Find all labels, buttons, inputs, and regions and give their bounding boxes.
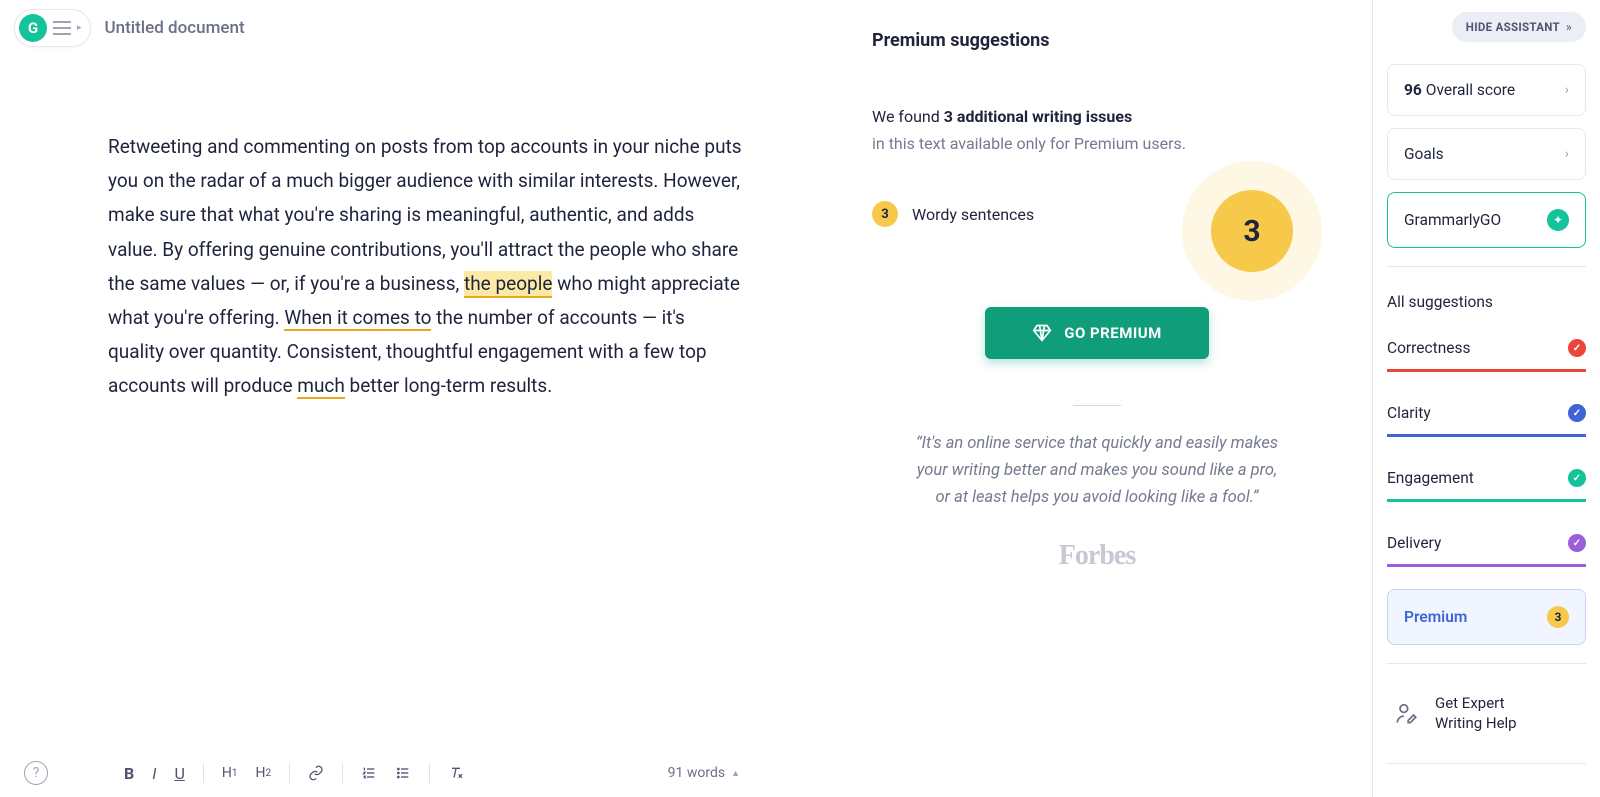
check-icon: ✓ [1568, 404, 1586, 422]
clear-format-button[interactable] [442, 761, 470, 785]
goals-card[interactable]: Goals › [1387, 128, 1586, 180]
italic-button[interactable]: I [146, 760, 162, 787]
go-premium-button[interactable]: GO PREMIUM [985, 307, 1209, 359]
chevron-right-icon: › [1565, 146, 1569, 162]
chevron-right-icon: › [1565, 82, 1569, 98]
highlight-wordy-3[interactable]: much [297, 374, 345, 399]
bullet-list-button[interactable] [389, 761, 417, 785]
chevron-double-right-icon: » [1566, 20, 1572, 34]
word-count-text: 91 words [668, 765, 725, 781]
person-edit-icon [1393, 701, 1419, 727]
category-delivery[interactable]: Delivery ✓ [1387, 524, 1586, 558]
premium-found-subtext: in this text available only for Premium … [872, 134, 1322, 153]
grammarlygo-label: GrammarlyGO [1404, 211, 1501, 229]
separator [429, 763, 430, 783]
clear-format-icon [448, 765, 464, 781]
score-number: 96 [1404, 81, 1422, 99]
category-label: Clarity [1387, 404, 1431, 422]
hide-assistant-label: HIDE ASSISTANT [1466, 20, 1560, 34]
highlight-wordy-1[interactable]: the people [464, 271, 552, 298]
category-engagement[interactable]: Engagement ✓ [1387, 459, 1586, 493]
category-bar [1387, 564, 1586, 567]
numbered-list-button[interactable] [355, 761, 383, 785]
plagiarism-link[interactable]: ❞ Plagiarism [1387, 782, 1586, 797]
check-icon: ✓ [1568, 534, 1586, 552]
help-icon[interactable]: ? [24, 761, 48, 785]
category-bar [1387, 434, 1586, 437]
underline-button[interactable]: U [168, 760, 190, 787]
issue-count-badge: 3 [872, 201, 898, 227]
link-button[interactable] [302, 761, 330, 785]
highlight-wordy-2[interactable]: When it comes to [284, 306, 431, 331]
category-label: Correctness [1387, 339, 1470, 357]
link-icon [308, 765, 324, 781]
divider [1387, 763, 1586, 764]
big-issue-count: 3 [1211, 190, 1293, 272]
h2-button[interactable]: H2 [249, 761, 277, 785]
editor-text[interactable]: better long-term results. [345, 374, 552, 397]
h1-button[interactable]: H1 [216, 761, 244, 785]
hide-assistant-button[interactable]: HIDE ASSISTANT » [1452, 12, 1586, 42]
all-suggestions-link[interactable]: All suggestions [1387, 285, 1586, 329]
premium-found-text: We found 3 additional writing issues [872, 107, 1322, 126]
category-clarity[interactable]: Clarity ✓ [1387, 394, 1586, 428]
premium-count-badge: 3 [1547, 606, 1569, 628]
expert-help-link[interactable]: Get ExpertWriting Help [1387, 682, 1586, 745]
testimonial-attribution: Forbes [872, 540, 1322, 572]
big-issue-count-wrap: 3 [1182, 161, 1322, 301]
category-premium[interactable]: Premium 3 [1387, 589, 1586, 645]
divider [1387, 266, 1586, 267]
category-label: Engagement [1387, 469, 1474, 487]
premium-suggestions-title: Premium suggestions [872, 30, 1322, 51]
chevron-up-icon: ▲ [731, 768, 740, 779]
editor-content[interactable]: Retweeting and commenting on posts from … [108, 130, 742, 404]
bold-button[interactable]: B [118, 760, 140, 787]
goals-label: Goals [1404, 145, 1444, 163]
issue-label[interactable]: Wordy sentences [912, 205, 1034, 224]
bullet-list-icon [395, 765, 411, 781]
separator [289, 763, 290, 783]
word-count[interactable]: 91 words ▲ [668, 765, 740, 781]
category-bar [1387, 369, 1586, 372]
check-icon: ✓ [1568, 469, 1586, 487]
overall-score-card[interactable]: 96Overall score › [1387, 64, 1586, 116]
category-label: Delivery [1387, 534, 1441, 552]
premium-label: Premium [1404, 608, 1467, 626]
diamond-icon [1032, 323, 1052, 343]
grammarlygo-icon: ✦ [1547, 209, 1569, 231]
testimonial-quote: “It's an online service that quickly and… [872, 430, 1322, 512]
grammarlygo-card[interactable]: GrammarlyGO ✦ [1387, 192, 1586, 248]
category-bar [1387, 499, 1586, 502]
separator [203, 763, 204, 783]
go-premium-label: GO PREMIUM [1064, 324, 1162, 342]
expert-label-1: Get Expert [1435, 694, 1517, 714]
category-correctness[interactable]: Correctness ✓ [1387, 329, 1586, 363]
score-label: Overall score [1426, 81, 1515, 99]
ordered-list-icon [361, 765, 377, 781]
separator [342, 763, 343, 783]
divider [1387, 663, 1586, 664]
check-icon: ✓ [1568, 339, 1586, 357]
divider [1073, 405, 1121, 406]
expert-label-2: Writing Help [1435, 714, 1517, 734]
